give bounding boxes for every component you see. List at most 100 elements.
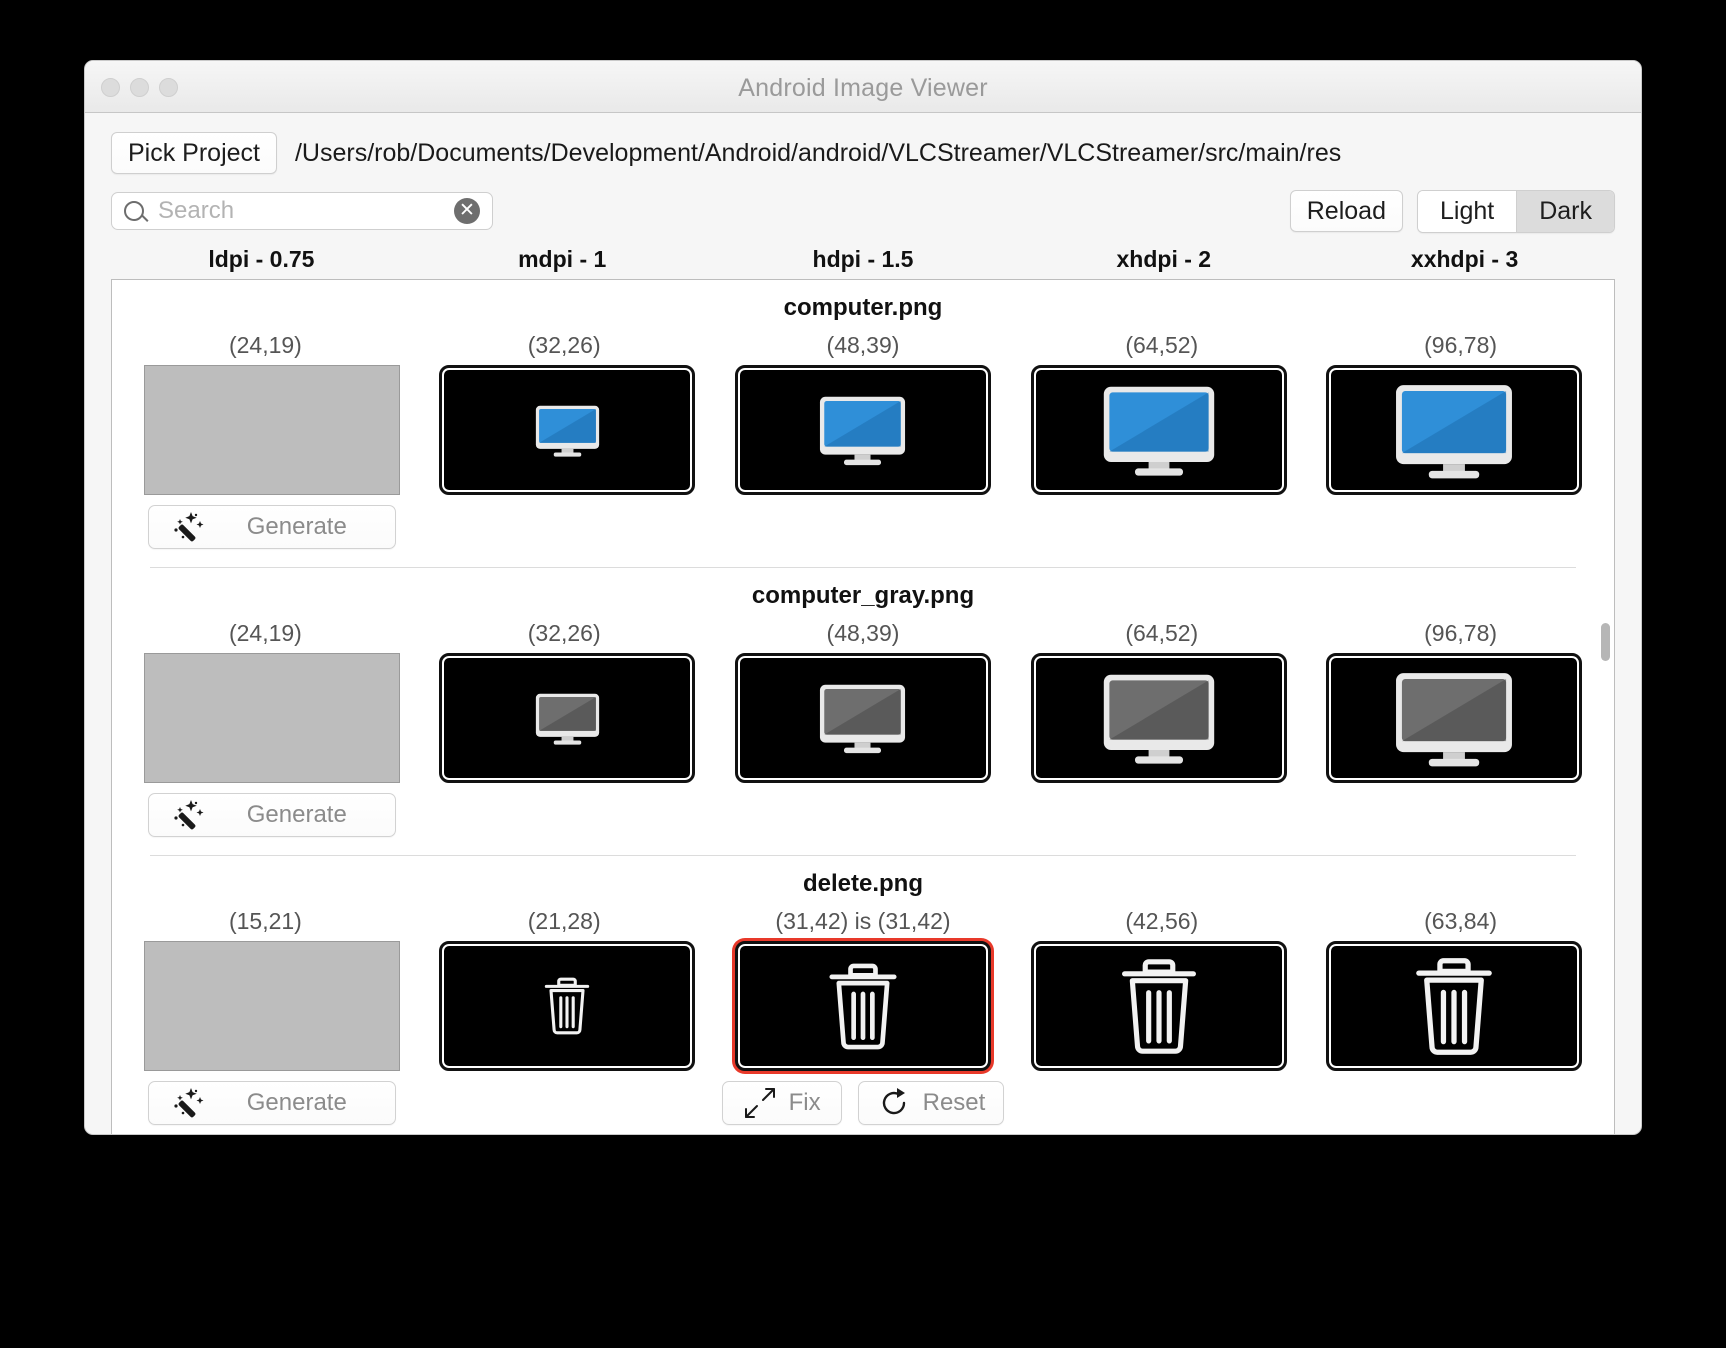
- search-row: ✕ Reload Light Dark: [111, 189, 1615, 233]
- column-header-xhdpi: xhdpi - 2: [1116, 246, 1212, 272]
- action-slot: Generate: [124, 505, 420, 549]
- clear-search-icon[interactable]: ✕: [454, 198, 480, 224]
- toolbar: Pick Project /Users/rob/Documents/Develo…: [85, 113, 1641, 233]
- project-row: Pick Project /Users/rob/Documents/Develo…: [111, 131, 1615, 175]
- dimension-label: (48,39): [826, 332, 900, 358]
- action-slot: [715, 793, 1011, 837]
- column-header-ldpi: ldpi - 0.75: [208, 246, 315, 272]
- action-slot: [1011, 1081, 1307, 1125]
- column-header-xxhdpi: xxhdpi - 3: [1410, 246, 1519, 272]
- dimension-label: (96,78): [1424, 620, 1498, 646]
- theme-option-light[interactable]: Light: [1417, 190, 1517, 232]
- thumbnail-cell: [1011, 941, 1307, 1071]
- thumbnail-cell: [715, 941, 1011, 1071]
- dimension-label: (42,56): [1125, 908, 1199, 934]
- search-icon: [124, 201, 144, 221]
- action-slot: Generate: [124, 1081, 420, 1125]
- asset-name-label: computer.png: [783, 294, 943, 321]
- thumbnail-cell: [1011, 365, 1307, 495]
- dimension-label: (31,42) is (31,42): [775, 908, 951, 934]
- asset-actions: Generate: [116, 505, 1610, 549]
- asset-name-label: computer_gray.png: [751, 582, 975, 609]
- thumbnail-image[interactable]: [1326, 653, 1583, 783]
- thumbnail-image[interactable]: [439, 941, 696, 1071]
- app-window: Android Image Viewer Pick Project /Users…: [84, 60, 1642, 1135]
- thumbnail-image[interactable]: [734, 653, 991, 783]
- asset-row: computer.png (24,19) (32,26) (48,39) (64,52)…: [112, 280, 1614, 568]
- density-column-headers: ldpi - 0.75 mdpi - 1 hdpi - 1.5 xhdpi - …: [111, 246, 1615, 273]
- search-box[interactable]: ✕: [111, 192, 493, 230]
- dimension-label: (24,19): [228, 620, 302, 646]
- asset-thumbnails: [116, 941, 1610, 1071]
- generate-button[interactable]: Generate: [147, 793, 396, 837]
- vertical-scrollbar[interactable]: [1600, 283, 1611, 1134]
- dimension-label: (64,52): [1125, 620, 1199, 646]
- reload-button[interactable]: Reload: [1289, 189, 1403, 233]
- thumbnail-image[interactable]: [1030, 365, 1287, 495]
- project-path-label: /Users/rob/Documents/Development/Android…: [294, 138, 1342, 167]
- dimension-label: (32,26): [527, 332, 601, 358]
- action-slot: [420, 1081, 716, 1125]
- thumbnail-cell: [1306, 365, 1602, 495]
- dimension-label: (21,28): [527, 908, 601, 934]
- asset-name-label: delete.png: [802, 870, 923, 897]
- generate-button[interactable]: Generate: [147, 505, 396, 549]
- toolbar-right: Reload Light Dark: [1289, 189, 1615, 233]
- asset-dimensions: (24,19) (32,26) (48,39) (64,52) (96,78): [116, 332, 1610, 359]
- magic-wand-icon: [171, 510, 205, 544]
- thumbnail-placeholder[interactable]: [143, 941, 400, 1071]
- asset-actions: Generate: [116, 793, 1610, 837]
- action-slot: [420, 505, 716, 549]
- generate-label: Generate: [246, 513, 347, 540]
- thumbnail-placeholder[interactable]: [143, 365, 400, 495]
- window-title: Android Image Viewer: [738, 74, 988, 102]
- thumbnail-image[interactable]: [1030, 653, 1287, 783]
- action-slot: [1011, 505, 1307, 549]
- theme-segmented-control[interactable]: Light Dark: [1416, 189, 1615, 233]
- refresh-circle-icon: [877, 1086, 911, 1120]
- dimension-label: (63,84): [1424, 908, 1498, 934]
- dimension-label: (64,52): [1125, 332, 1199, 358]
- generate-label: Generate: [246, 801, 347, 828]
- dimension-label: (96,78): [1424, 332, 1498, 358]
- thumbnail-image[interactable]: [1030, 941, 1287, 1071]
- thumbnail-cell: [1306, 941, 1602, 1071]
- thumbnail-placeholder[interactable]: [143, 653, 400, 783]
- action-slot: [715, 505, 1011, 549]
- dimension-label: (24,19): [228, 332, 302, 358]
- dimension-label: (15,21): [228, 908, 302, 934]
- action-slot: [1011, 793, 1307, 837]
- thumbnail-cell: [124, 653, 420, 783]
- thumbnail-cell: [1011, 653, 1307, 783]
- generate-label: Generate: [246, 1089, 347, 1116]
- thumbnail-cell: [715, 653, 1011, 783]
- asset-row: delete.png (15,21) (21,28) (31,42) is (31,4…: [112, 856, 1614, 1134]
- reset-button[interactable]: Reset: [857, 1081, 1005, 1125]
- title-bar: Android Image Viewer: [85, 61, 1641, 113]
- magic-wand-icon: [171, 1086, 205, 1120]
- asset-list: computer.png (24,19) (32,26) (48,39) (64,52)…: [112, 280, 1614, 1134]
- scrollbar-thumb[interactable]: [1601, 623, 1610, 661]
- action-slot: [420, 793, 716, 837]
- thumbnail-cell: [715, 365, 1011, 495]
- asset-list-scroll-area[interactable]: computer.png (24,19) (32,26) (48,39) (64,52)…: [111, 279, 1615, 1134]
- thumbnail-cell: [420, 941, 716, 1071]
- generate-button[interactable]: Generate: [147, 1081, 396, 1125]
- thumbnail-image[interactable]: [439, 653, 696, 783]
- fix-button[interactable]: Fix: [721, 1081, 842, 1125]
- thumbnail-image[interactable]: [734, 941, 991, 1071]
- search-input[interactable]: [156, 196, 426, 226]
- action-slot: Fix Reset: [715, 1081, 1011, 1125]
- magic-wand-icon: [171, 798, 205, 832]
- asset-dimensions: (24,19) (32,26) (48,39) (64,52) (96,78): [116, 620, 1610, 647]
- theme-option-dark[interactable]: Dark: [1516, 190, 1614, 232]
- asset-row: computer_gray.png (24,19) (32,26) (48,39) (6…: [112, 568, 1614, 856]
- pick-project-button[interactable]: Pick Project: [111, 131, 277, 175]
- thumbnail-image[interactable]: [734, 365, 991, 495]
- thumbnail-image[interactable]: [1326, 365, 1583, 495]
- thumbnail-image[interactable]: [1326, 941, 1583, 1071]
- action-slot: [1306, 505, 1602, 549]
- thumbnail-image[interactable]: [439, 365, 696, 495]
- thumbnail-cell: [1306, 653, 1602, 783]
- action-slot: [1306, 1081, 1602, 1125]
